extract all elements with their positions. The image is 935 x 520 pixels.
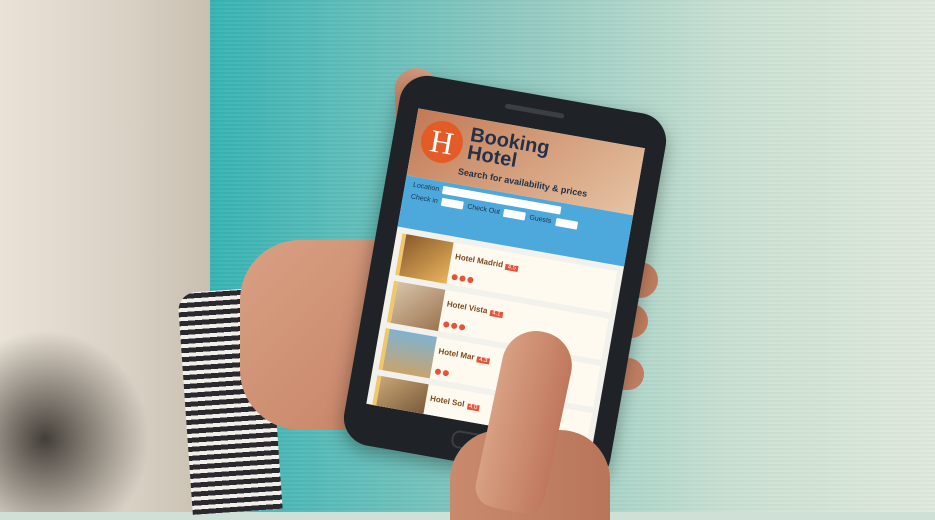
guests-input[interactable] [554,217,578,230]
rating-badge: 4.1 [489,309,503,319]
location-label: Location [412,181,440,193]
checkout-label: Check Out [466,202,501,216]
rating-badge: 4.3 [476,356,490,365]
checkout-input[interactable] [503,208,527,221]
logo-badge: H [417,117,467,167]
rating-badge: 4.5 [505,263,519,273]
hotel-name: Hotel Sol [429,393,466,409]
hotel-photo [382,328,437,379]
checkin-label: Check in [410,192,439,205]
hotel-name: Hotel Madrid [454,252,504,270]
hotel-name: Hotel Mar [437,346,476,362]
hotel-photo [390,281,446,332]
earpiece [504,103,565,119]
hotel-name: Hotel Vista [446,299,489,316]
hotel-photo [374,375,429,426]
sleeve-shadow [0,330,150,512]
guests-label: Guests [528,213,552,225]
hotel-photo [399,234,454,284]
rating-badge: 4.0 [466,403,480,412]
checkin-input[interactable] [441,197,465,210]
app-title: Booking Hotel [466,124,552,175]
